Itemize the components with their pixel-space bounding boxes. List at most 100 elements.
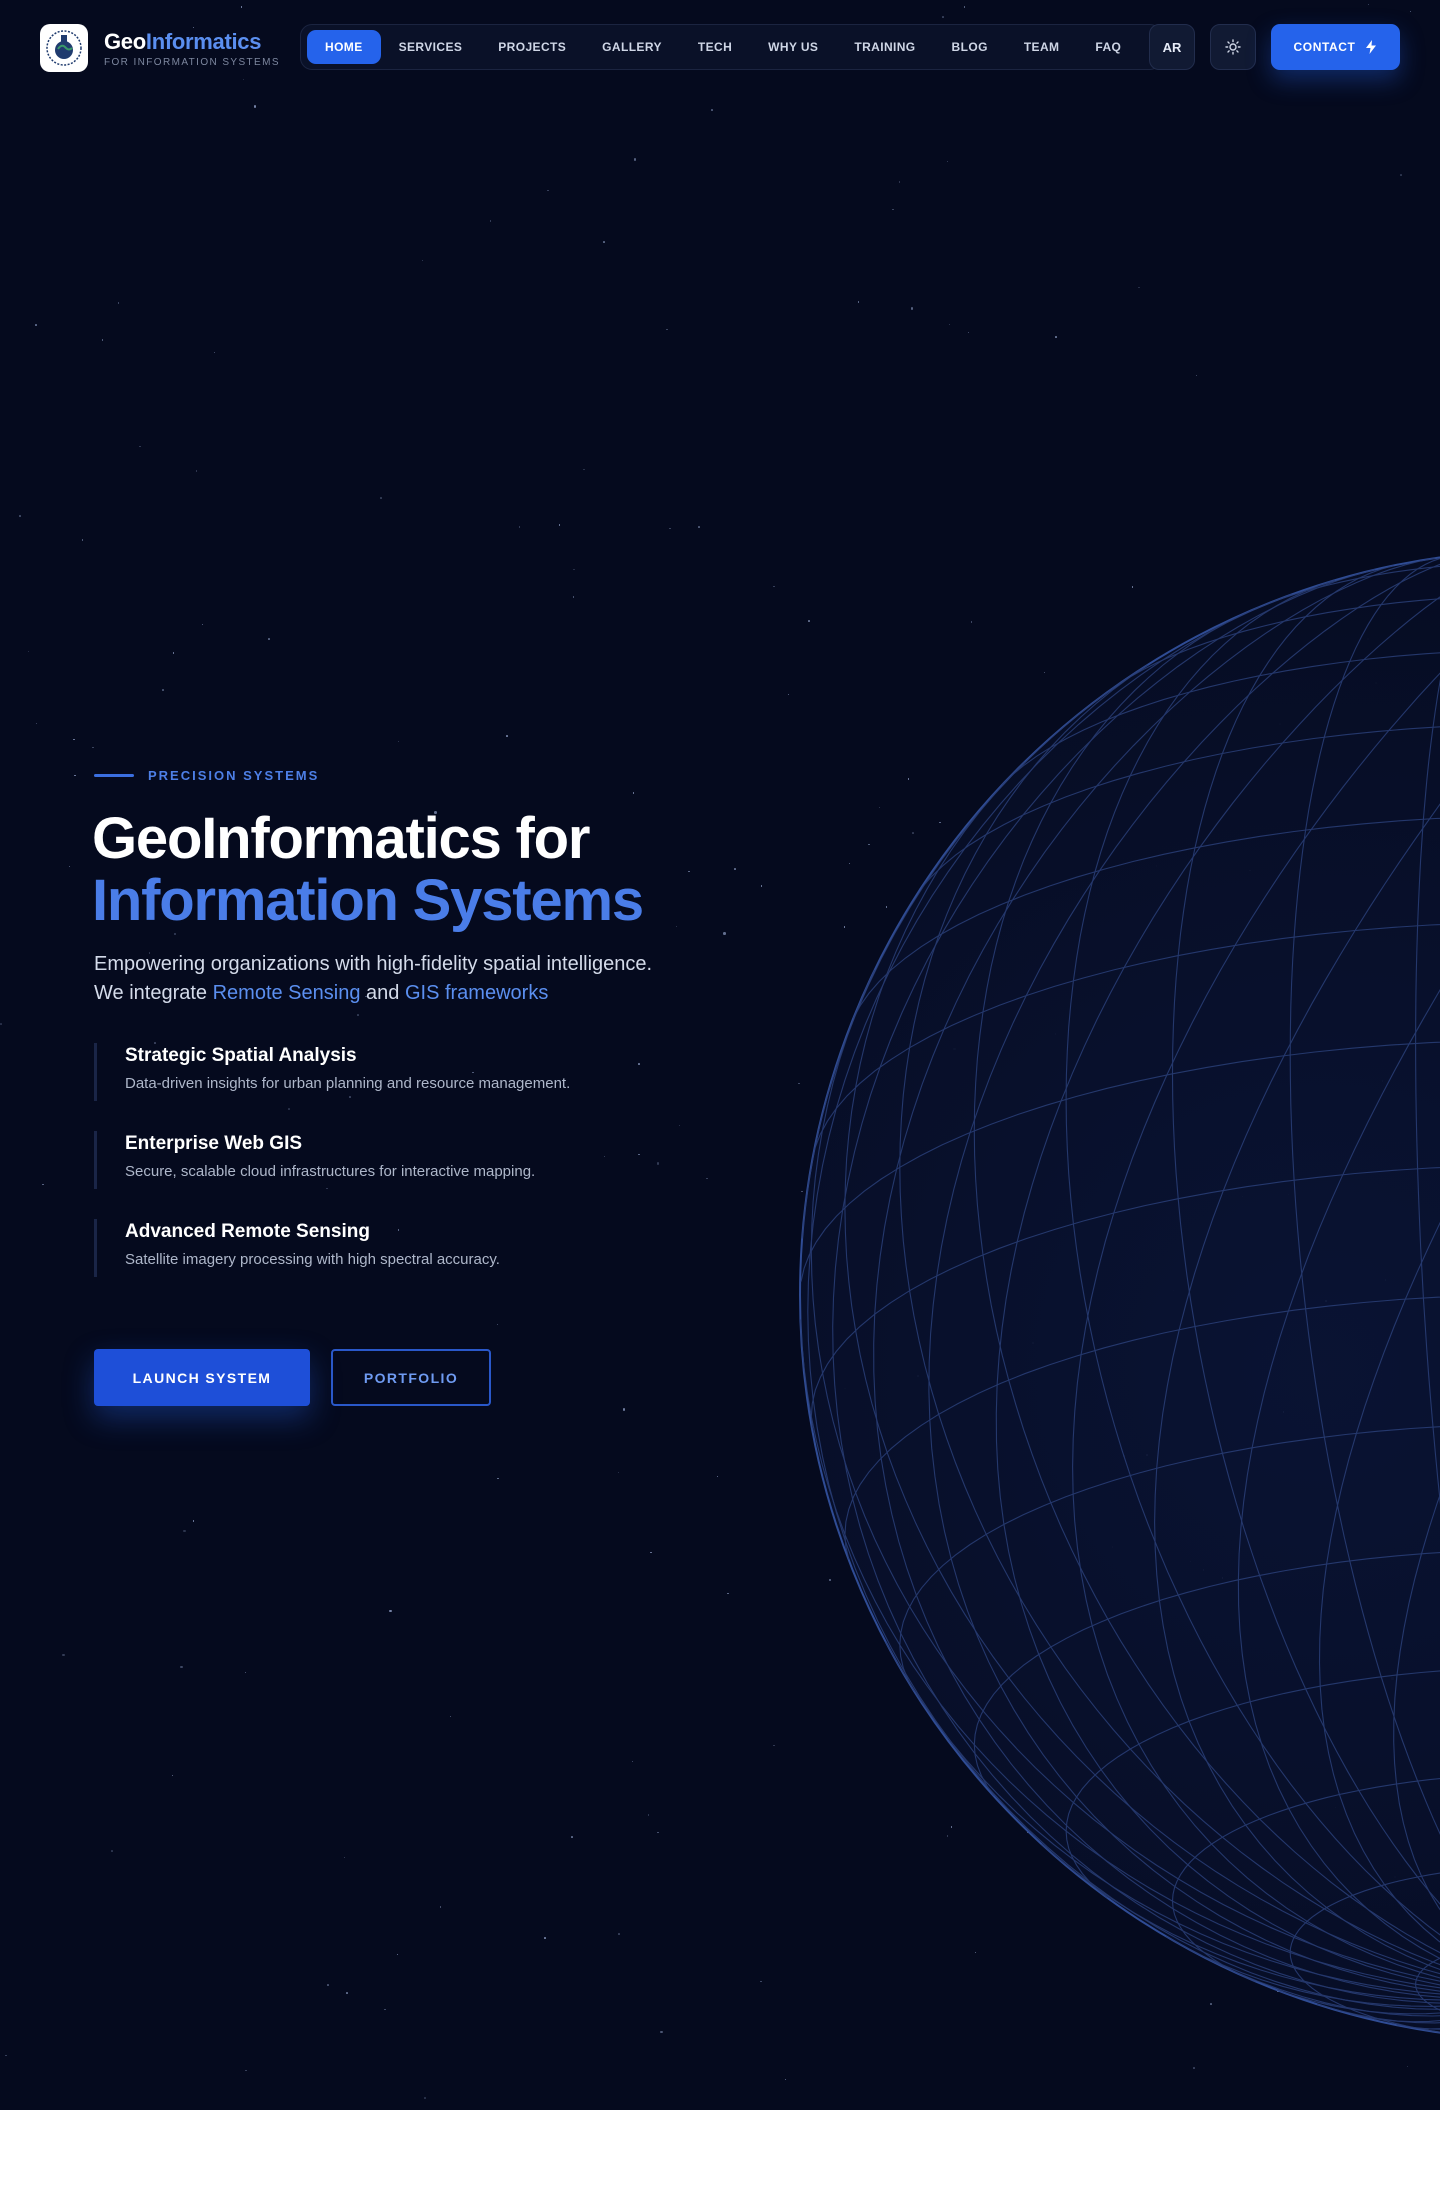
- star: [357, 1014, 359, 1016]
- star: [1400, 174, 1402, 176]
- star: [327, 1984, 329, 1986]
- star: [1391, 1677, 1394, 1680]
- launch-system-button[interactable]: LAUNCH SYSTEM: [94, 1349, 310, 1406]
- star: [948, 323, 951, 326]
- logo[interactable]: GeoInformatics FOR INFORMATION SYSTEMS: [40, 24, 280, 72]
- star: [74, 774, 76, 777]
- star: [439, 1906, 442, 1908]
- star: [1055, 336, 1057, 338]
- nav-item-services[interactable]: SERVICES: [381, 30, 481, 64]
- star: [618, 1933, 620, 1935]
- contact-button[interactable]: CONTACT: [1271, 24, 1400, 70]
- star: [723, 932, 726, 935]
- star: [1394, 1876, 1396, 1878]
- star: [1221, 1577, 1224, 1579]
- eyebrow-line: [94, 774, 134, 777]
- star: [669, 527, 671, 530]
- eyebrow-text: PRECISION SYSTEMS: [148, 768, 320, 783]
- language-toggle-button[interactable]: AR: [1149, 24, 1195, 70]
- brand-name: GeoInformatics: [104, 28, 262, 54]
- star: [678, 1124, 681, 1127]
- star: [1189, 1560, 1192, 1563]
- star: [19, 515, 21, 517]
- star: [0, 1023, 2, 1025]
- nav-item-tech[interactable]: TECH: [680, 30, 750, 64]
- star: [396, 1953, 399, 1956]
- star: [27, 650, 30, 653]
- star: [1054, 1033, 1057, 1035]
- lead-and: and: [360, 982, 405, 1004]
- lead-line2-prefix: We integrate: [94, 982, 213, 1004]
- lead-highlight-gis[interactable]: GIS frameworks: [405, 982, 548, 1004]
- star: [808, 620, 810, 622]
- star: [244, 1671, 247, 1674]
- star: [173, 932, 177, 936]
- star: [939, 821, 941, 824]
- star: [1210, 2003, 1212, 2005]
- nav-item-gallery[interactable]: GALLERY: [584, 30, 680, 64]
- nav-item-training[interactable]: TRAINING: [836, 30, 933, 64]
- star: [583, 468, 585, 471]
- star: [180, 1665, 183, 1669]
- lead-highlight-remote-sensing[interactable]: Remote Sensing: [213, 982, 361, 1004]
- site-header: GeoInformatics FOR INFORMATION SYSTEMS H…: [40, 24, 1400, 72]
- star: [253, 105, 257, 108]
- star: [489, 220, 492, 222]
- nav-item-faq[interactable]: FAQ: [1077, 30, 1139, 64]
- star: [603, 241, 605, 243]
- star: [843, 926, 845, 928]
- star: [35, 324, 37, 326]
- star: [798, 1082, 800, 1085]
- theme-toggle-button[interactable]: [1210, 24, 1256, 70]
- star: [73, 738, 75, 741]
- brand-tagline: FOR INFORMATION SYSTEMS: [104, 56, 280, 68]
- nav-item-home[interactable]: HOME: [307, 30, 381, 64]
- nav-item-projects[interactable]: PROJECTS: [480, 30, 584, 64]
- nav-item-blog[interactable]: BLOG: [934, 30, 1006, 64]
- star: [92, 746, 94, 749]
- star: [242, 78, 245, 81]
- nav-item-team[interactable]: TEAM: [1006, 30, 1078, 64]
- star: [633, 158, 637, 161]
- star: [1193, 2067, 1195, 2069]
- star: [139, 445, 141, 448]
- nav-item-why-us[interactable]: WHY US: [750, 30, 836, 64]
- star: [1381, 1080, 1384, 1082]
- star: [878, 806, 881, 809]
- star: [1027, 1831, 1029, 1833]
- star: [1138, 286, 1140, 289]
- star: [1409, 10, 1412, 13]
- star: [787, 693, 790, 696]
- star: [716, 1475, 719, 1478]
- star: [183, 1529, 186, 1533]
- star: [828, 1578, 832, 1582]
- star: [1111, 1546, 1114, 1548]
- star: [1366, 637, 1370, 641]
- star: [558, 524, 561, 526]
- star: [245, 2069, 247, 2072]
- star: [711, 109, 713, 111]
- star: [967, 331, 970, 334]
- star: [101, 339, 104, 341]
- star: [1282, 1411, 1285, 1413]
- star: [81, 539, 84, 541]
- hero-title-line2: Information Systems: [92, 868, 644, 933]
- star: [773, 1744, 775, 1747]
- star: [162, 689, 164, 691]
- star: [617, 1471, 619, 1474]
- star: [950, 1826, 953, 1828]
- star: [573, 568, 575, 571]
- lightning-icon: [1366, 40, 1377, 54]
- star: [346, 1992, 348, 1994]
- star: [192, 1520, 195, 1522]
- portfolio-button[interactable]: PORTFOLIO: [331, 1349, 491, 1406]
- star: [917, 1375, 919, 1377]
- contact-label: CONTACT: [1293, 40, 1356, 54]
- star: [201, 623, 204, 626]
- star: [946, 1835, 949, 1837]
- star: [656, 1162, 660, 1165]
- star: [706, 1177, 708, 1180]
- star: [1406, 2065, 1409, 2068]
- star: [1241, 1195, 1244, 1198]
- star: [898, 181, 901, 183]
